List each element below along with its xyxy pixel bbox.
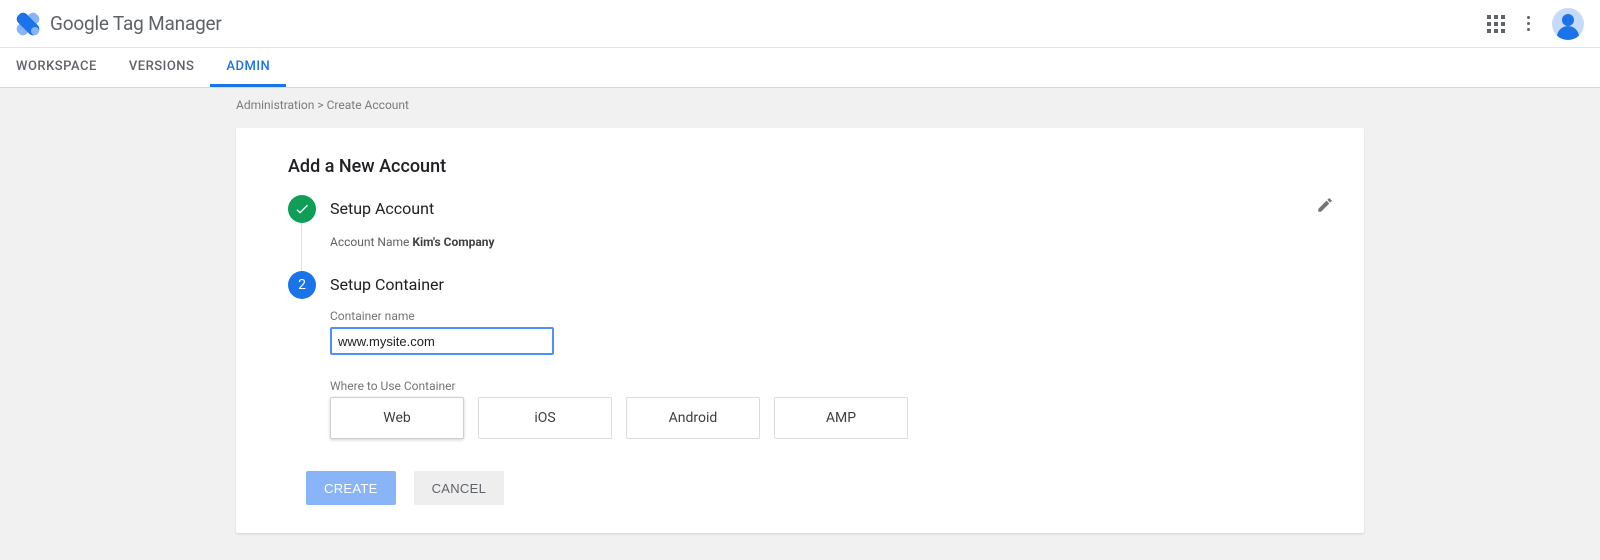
- step2-number-badge: 2: [288, 271, 316, 299]
- container-name-input[interactable]: [330, 327, 554, 355]
- more-vert-icon[interactable]: [1523, 12, 1534, 35]
- step2-title: Setup Container: [330, 271, 1324, 299]
- where-label: Where to Use Container: [330, 379, 1324, 393]
- page-title: Add a New Account: [288, 156, 1324, 177]
- step1-check-icon: [288, 195, 316, 223]
- create-account-card: Add a New Account Setup Account Account …: [236, 128, 1364, 533]
- breadcrumb-current: Create Account: [327, 98, 409, 112]
- breadcrumb-parent[interactable]: Administration: [236, 98, 314, 112]
- step-setup-container: 2 Setup Container Container name Where t…: [288, 271, 1324, 505]
- cancel-button[interactable]: CANCEL: [414, 471, 505, 505]
- platform-amp-button[interactable]: AMP: [774, 397, 908, 439]
- tag-manager-icon: [16, 12, 40, 36]
- tab-workspace[interactable]: WORKSPACE: [0, 48, 113, 87]
- platform-web-button[interactable]: Web: [330, 397, 464, 439]
- tab-admin[interactable]: ADMIN: [210, 48, 286, 87]
- primary-nav: WORKSPACE VERSIONS ADMIN: [0, 48, 1600, 88]
- platform-android-button[interactable]: Android: [626, 397, 760, 439]
- step1-title: Setup Account: [330, 195, 1324, 223]
- form-actions: CREATE CANCEL: [306, 471, 1324, 505]
- step1-summary-label: Account Name: [330, 235, 409, 249]
- step1-summary-value: Kim's Company: [412, 235, 494, 249]
- container-name-label: Container name: [330, 309, 1324, 323]
- product-logo[interactable]: Google Tag Manager: [16, 12, 222, 36]
- breadcrumb-separator: >: [317, 98, 323, 112]
- create-button[interactable]: CREATE: [306, 471, 396, 505]
- breadcrumb: Administration > Create Account: [0, 88, 1600, 116]
- step1-summary: Account Name Kim's Company: [330, 235, 1324, 249]
- user-avatar[interactable]: [1552, 8, 1584, 40]
- tab-versions[interactable]: VERSIONS: [113, 48, 211, 87]
- platform-options: Web iOS Android AMP: [330, 397, 1324, 439]
- top-header: Google Tag Manager: [0, 0, 1600, 48]
- step-setup-account: Setup Account Account Name Kim's Company: [288, 195, 1324, 271]
- platform-ios-button[interactable]: iOS: [478, 397, 612, 439]
- apps-icon[interactable]: [1487, 15, 1505, 33]
- product-name: Google Tag Manager: [50, 12, 222, 35]
